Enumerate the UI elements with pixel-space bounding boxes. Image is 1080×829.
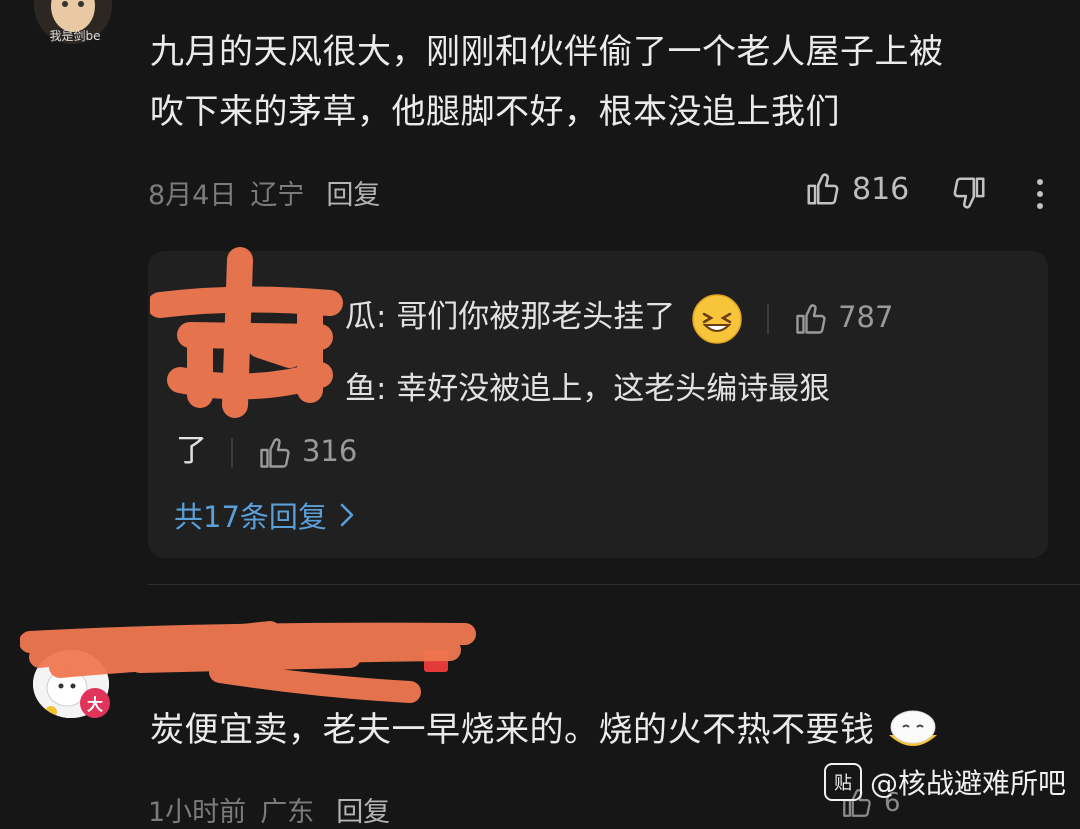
like-button[interactable]: 816 [804,170,909,208]
reply-item[interactable]: 瓜: 哥们你被那老头挂了 787 [345,284,893,350]
reply-text: 哥们你被那老头挂了 [396,299,676,335]
watermark-text: @核战避难所吧 [869,767,1066,800]
comment-text: 炭便宜卖，老夫一早烧来的。烧的火不热不要钱 [150,700,941,760]
thumbs-down-icon [953,177,985,209]
comment-location: 辽宁 [250,180,305,211]
reply-item[interactable]: 鱼: 幸好没被追上，这老头编诗最狠 [345,356,830,422]
comment-meta: 8月4日 辽宁 回复 [148,173,380,212]
reply-like-button[interactable]: 316 [257,434,358,468]
more-options-button[interactable] [1030,176,1050,216]
separator [767,303,770,334]
reply-button[interactable]: 回复 [326,173,380,212]
comment-text-line: 九月的天风很大，刚刚和伙伴偷了一个老人屋子上被 [150,32,944,72]
reply-button[interactable]: 回复 [336,790,390,829]
like-count: 816 [852,171,910,207]
more-vertical-icon [1037,179,1043,209]
divider [148,584,1080,585]
reply-text-line: 了 [176,433,207,469]
reply-author: 鱼: [345,371,387,407]
comment-text-line: 吹下来的茅草，他腿脚不好，根本没追上我们 [150,92,840,132]
tieba-logo-icon: 贴 [823,763,862,801]
thumbs-up-icon [260,438,290,468]
comment-meta: 1小时前 广东 回复 [148,790,390,829]
view-all-replies-link[interactable]: 共17条回复 [174,494,355,536]
comment-date: 8月4日 [148,180,237,211]
redaction-scribble [20,621,476,703]
dislike-button[interactable] [950,174,988,216]
steamed-bun-emoji-icon [888,710,937,746]
view-all-replies-label: 共17条回复 [174,500,327,534]
comment-text-line: 炭便宜卖，老夫一早烧来的。烧的火不热不要钱 [150,710,875,750]
thumbs-up-icon [796,304,826,334]
watermark: 贴 @核战避难所吧 [823,762,1066,802]
reply-text-line: 幸好没被追上，这老头编诗最狠 [396,371,831,407]
reply-item-continued: 了 316 [176,418,357,484]
comment-location: 广东 [260,797,315,828]
grinning-squint-face-icon [692,293,742,344]
comment-time: 1小时前 [148,797,247,828]
avatar-caption: 我是剑be [49,29,101,43]
comment-text: 九月的天风很大，刚刚和伙伴偷了一个老人屋子上被 吹下来的茅草，他腿脚不好，根本没… [150,22,944,142]
like-count: 787 [838,300,894,334]
chevron-right-icon [340,503,354,527]
reply-like-button[interactable]: 787 [793,300,894,334]
like-count: 316 [301,434,358,468]
thumbs-up-icon [807,173,839,205]
reply-author: 瓜: [345,299,387,335]
redaction-scribble [150,247,343,418]
separator [230,437,233,468]
